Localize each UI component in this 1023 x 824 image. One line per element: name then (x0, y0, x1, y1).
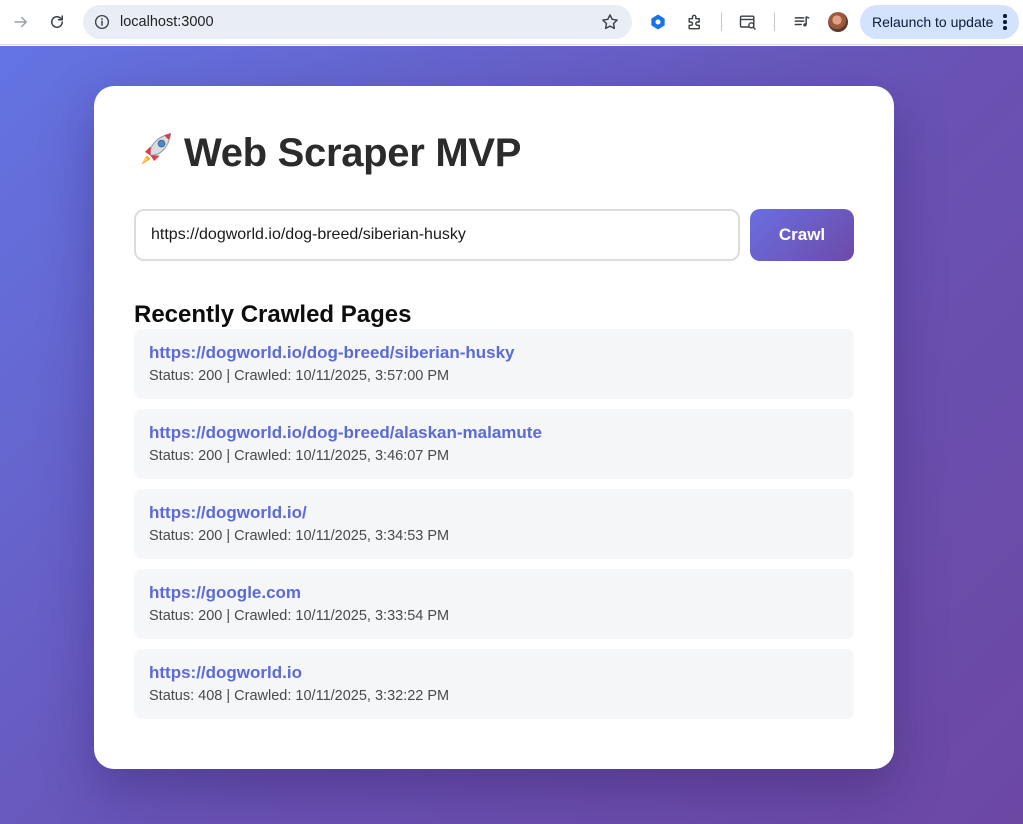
crawl-status: Status: 200 | Crawled: 10/11/2025, 3:33:… (149, 608, 450, 624)
crawled-url-link[interactable]: https://dogworld.io/dog-breed/alaskan-ma… (149, 423, 542, 443)
crawled-url-link[interactable]: https://dogworld.io/dog-breed/siberian-h… (149, 343, 515, 363)
url-input[interactable] (134, 209, 740, 261)
avatar[interactable] (828, 12, 848, 32)
reload-icon[interactable] (44, 9, 70, 35)
crawled-url-link[interactable]: https://dogworld.io/ (149, 503, 307, 523)
relaunch-button[interactable]: Relaunch to update (860, 5, 1019, 39)
crawl-status: Status: 200 | Crawled: 10/11/2025, 3:57:… (149, 368, 450, 384)
page-title: Web Scraper MVP (134, 128, 521, 176)
crawl-status: Status: 200 | Crawled: 10/11/2025, 3:34:… (149, 528, 450, 544)
crawled-url-link[interactable]: https://dogworld.io (149, 663, 302, 683)
recent-heading: Recently Crawled Pages (134, 301, 412, 328)
browser-toolbar: localhost:3000 Relaunch to update (0, 0, 1023, 45)
star-icon[interactable] (600, 12, 620, 32)
list-item: https://dogworld.io/dog-breed/siberian-h… (134, 329, 854, 399)
address-bar[interactable]: localhost:3000 (83, 5, 632, 39)
address-url[interactable]: localhost:3000 (120, 14, 214, 30)
puzzle-icon[interactable] (684, 11, 706, 33)
list-item: https://dogworld.io/dog-breed/alaskan-ma… (134, 409, 854, 479)
list-item: https://google.com Status: 200 | Crawled… (134, 569, 854, 639)
list-item: https://dogworld.io/ Status: 200 | Crawl… (134, 489, 854, 559)
forward-icon[interactable] (8, 9, 34, 35)
page-title-text: Web Scraper MVP (184, 131, 522, 175)
relaunch-label: Relaunch to update (872, 14, 994, 30)
list-item: https://dogworld.io Status: 408 | Crawle… (134, 649, 854, 719)
recent-list: https://dogworld.io/dog-breed/siberian-h… (134, 329, 854, 729)
crawl-status: Status: 408 | Crawled: 10/11/2025, 3:32:… (149, 688, 450, 704)
crawl-button[interactable]: Crawl (750, 209, 854, 261)
crawled-url-link[interactable]: https://google.com (149, 583, 301, 603)
media-icon[interactable] (791, 11, 813, 33)
page-background: Web Scraper MVP Crawl Recently Crawled P… (0, 46, 1023, 824)
toolbar-divider (774, 13, 775, 31)
info-icon[interactable] (93, 13, 111, 31)
crawl-status: Status: 200 | Crawled: 10/11/2025, 3:46:… (149, 448, 450, 464)
search-tab-icon[interactable] (737, 11, 759, 33)
rocket-icon (141, 132, 172, 165)
toolbar-divider (721, 13, 722, 31)
extension-icon[interactable] (647, 11, 669, 33)
more-icon[interactable] (1003, 14, 1007, 30)
main-card: Web Scraper MVP Crawl Recently Crawled P… (94, 86, 894, 769)
